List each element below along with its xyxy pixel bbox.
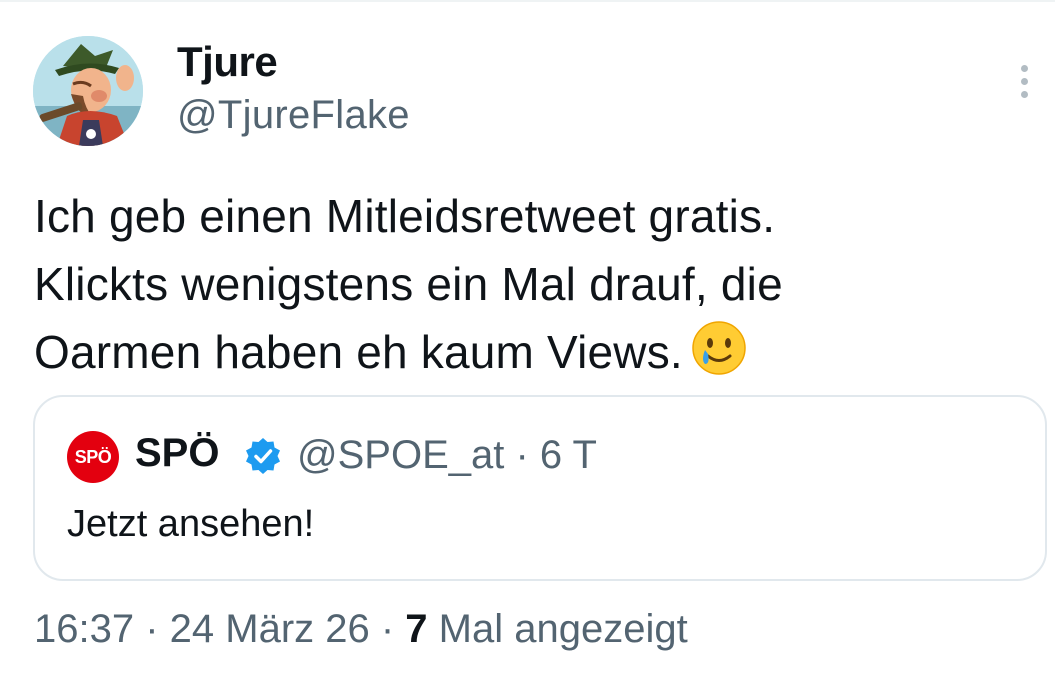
more-vertical-icon-dot: [1020, 90, 1028, 98]
views-label: Mal angezeigt: [427, 607, 688, 651]
tweet-text-line-last: Oarmen haben eh kaum Views.: [34, 318, 1024, 386]
tweet-meta: 16:37 · 24 März 26 · 7 Mal angezeigt: [34, 607, 688, 652]
quoted-tweet-card[interactable]: SPÖ SPÖ @SPOE_at · 6 T Jetzt ansehen!: [33, 395, 1047, 581]
avatar[interactable]: [33, 36, 143, 146]
divider: [0, 0, 1055, 2]
tweet-text-line: Oarmen haben eh kaum Views.: [34, 326, 683, 378]
avatar-image: [33, 36, 143, 146]
tweet-text: Ich geb einen Mitleidsretweet gratis. Kl…: [34, 182, 1024, 386]
more-vertical-icon: [1020, 64, 1028, 72]
author-handle[interactable]: @TjureFlake: [177, 93, 410, 138]
tweet-text-line: Klickts wenigstens ein Mal drauf, die: [34, 258, 783, 310]
more-options-button[interactable]: [1008, 58, 1040, 104]
views-count: 7: [405, 607, 428, 651]
spoe-logo: SPÖ: [67, 431, 119, 483]
author-name[interactable]: Tjure: [177, 38, 278, 86]
quoted-author-name: SPÖ: [135, 431, 220, 475]
quoted-tweet-text: Jetzt ansehen!: [67, 503, 315, 545]
tweet-text-line: Ich geb einen Mitleidsretweet gratis.: [34, 190, 776, 242]
verified-badge-icon: [246, 438, 280, 474]
tweet-timestamp[interactable]: 16:37 · 24 März 26 ·: [34, 607, 405, 651]
smiling-face-with-tear-icon: [692, 321, 746, 375]
quoted-author-handle-time: @SPOE_at · 6 T: [297, 433, 597, 477]
more-vertical-icon-dot: [1020, 77, 1028, 85]
